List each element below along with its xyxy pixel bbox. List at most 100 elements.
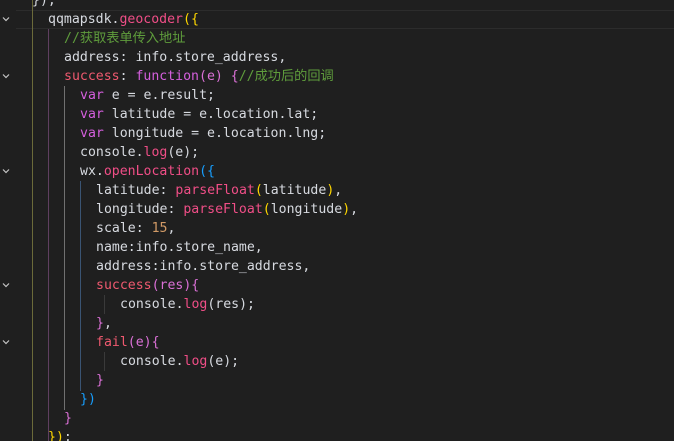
code-token: parseFloat (175, 183, 255, 198)
code-line[interactable]: latitude: parseFloat(latitude), (96, 181, 342, 200)
code-token: ( (262, 202, 271, 217)
code-token: } (96, 373, 104, 388)
code-editor[interactable]: }); qqmapsdk.geocoder({//获取表单传入地址 address:… (0, 0, 674, 441)
code-token: :info.store_name, (127, 240, 263, 255)
code-token: (e); (167, 145, 200, 160)
code-line[interactable]: success(res){ (96, 276, 199, 295)
code-token: , (103, 316, 112, 331)
code-line[interactable]: var longitude = e.location.lng; (80, 124, 326, 143)
code-token: } (96, 316, 104, 331)
code-token: (e) (199, 69, 231, 84)
code-token: longitude (270, 202, 343, 217)
code-token: ( (254, 183, 263, 198)
code-token: : info.store_address, (119, 50, 287, 65)
code-token: :info.store_address, (151, 259, 311, 274)
code-line[interactable]: var e = e.result; (80, 86, 215, 105)
code-token: e = e.result; (103, 88, 215, 103)
code-token: (e); (207, 354, 240, 369)
code-token: parseFloat (183, 202, 263, 217)
code-token: log (183, 297, 208, 312)
code-line[interactable]: address:info.store_address, (96, 257, 310, 276)
code-token: { (191, 278, 200, 293)
code-token: ) (342, 202, 351, 217)
code-token: }); (32, 0, 56, 8)
code-token: longitude (96, 202, 168, 217)
code-token: var (80, 107, 104, 122)
code-token: name (96, 240, 128, 255)
code-token: openLocation (103, 164, 200, 179)
chevron-down-icon[interactable] (2, 281, 10, 289)
code-token: console. (120, 297, 184, 312)
code-token: log (143, 145, 168, 160)
indent-guide (32, 0, 33, 441)
code-token: 15 (151, 221, 168, 236)
code-line[interactable]: //获取表单传入地址 (64, 29, 185, 48)
code-token: ({ (199, 164, 215, 179)
code-token: : (159, 183, 176, 198)
indent-guide (48, 29, 49, 441)
chevron-down-icon[interactable] (2, 72, 10, 80)
code-token: //成功后的回调 (238, 69, 334, 84)
code-line[interactable]: address: info.store_address, (64, 48, 286, 67)
code-token: ({ (183, 12, 199, 27)
chevron-down-icon[interactable] (2, 338, 10, 346)
code-line[interactable]: success: function(e) {//成功后的回调 (64, 67, 334, 86)
code-line[interactable]: var latitude = e.location.lat; (80, 105, 318, 124)
code-line[interactable]: console.log(res); (120, 295, 255, 314)
indent-guide (104, 352, 105, 371)
code-line[interactable]: wx.openLocation({ (80, 162, 215, 181)
indent-guide (104, 295, 105, 314)
chevron-down-icon[interactable] (2, 15, 10, 23)
code-token: function (135, 69, 199, 84)
code-line[interactable]: }) (80, 390, 96, 409)
code-token: latitude (262, 183, 327, 198)
code-line[interactable]: scale: 15, (96, 219, 175, 238)
code-token: fail (96, 335, 128, 350)
editor-gutter (0, 0, 16, 441)
code-line[interactable]: } (64, 409, 72, 428)
code-token: ; (63, 430, 72, 441)
code-token: , (334, 183, 343, 198)
indent-guide (64, 86, 65, 410)
code-token: , (167, 221, 176, 236)
code-line[interactable]: } (96, 371, 104, 390)
code-token: : (119, 69, 136, 84)
code-token: console. (80, 145, 144, 160)
code-token: wx. (80, 164, 104, 179)
code-line[interactable]: qqmapsdk.geocoder({ (48, 10, 199, 29)
code-line[interactable]: }); (48, 428, 72, 441)
code-token: (res); (207, 297, 255, 312)
code-token: geocoder (119, 12, 183, 27)
code-token: { (230, 69, 239, 84)
code-token: qqmapsdk. (48, 12, 120, 27)
indent-guide (80, 181, 81, 391)
code-line[interactable]: console.log(e); (80, 143, 199, 162)
code-line[interactable]: longitude: parseFloat(longitude), (96, 200, 358, 219)
code-token: address (96, 259, 152, 274)
chevron-down-icon[interactable] (2, 167, 10, 175)
code-token: }) (48, 430, 64, 441)
code-token: { (151, 335, 160, 350)
code-line[interactable]: fail(e){ (96, 333, 160, 352)
code-token: var (80, 126, 104, 141)
code-line[interactable]: }); (32, 0, 56, 10)
code-token: longitude = e.location.lng; (103, 126, 327, 141)
code-line[interactable]: }, (96, 314, 112, 333)
code-token: success (96, 278, 152, 293)
code-token: log (183, 354, 208, 369)
code-token: scale (96, 221, 136, 236)
code-token: var (80, 88, 104, 103)
code-token: address (64, 50, 120, 65)
code-token: } (64, 411, 72, 426)
code-token: }) (80, 392, 96, 407)
code-token: console. (120, 354, 184, 369)
code-token: //获取表单传入地址 (64, 31, 186, 46)
code-token: success (64, 69, 120, 84)
code-token: (res) (151, 278, 192, 293)
code-line[interactable]: console.log(e); (120, 352, 239, 371)
code-line[interactable]: name:info.store_name, (96, 238, 263, 257)
code-token: : (135, 221, 152, 236)
code-token: latitude (96, 183, 160, 198)
code-token: latitude = e.location.lat; (103, 107, 319, 122)
code-token: : (167, 202, 184, 217)
